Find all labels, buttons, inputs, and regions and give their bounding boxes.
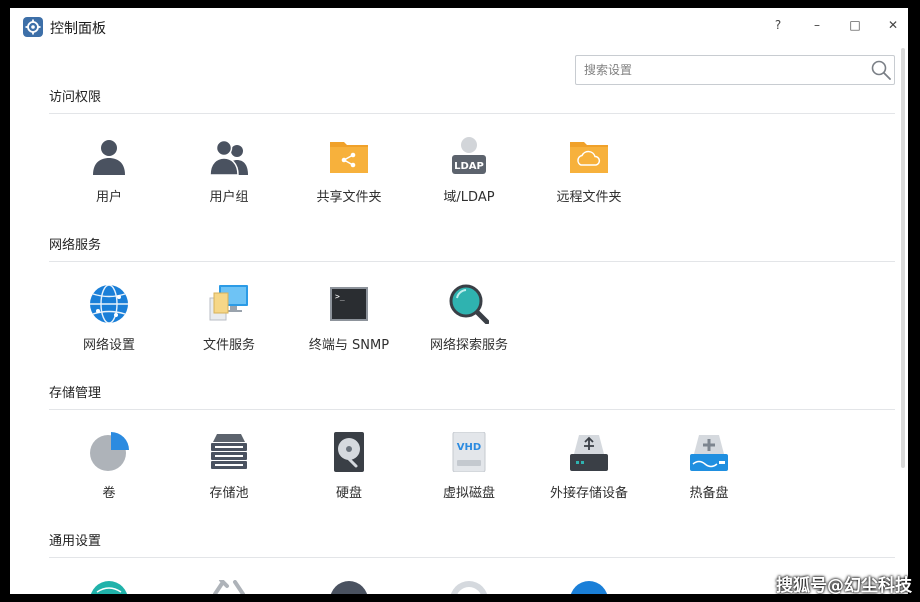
item-volume[interactable]: 卷 (49, 432, 169, 520)
item-network-discovery[interactable]: 网络探索服务 (409, 284, 529, 372)
section-title-access: 访问权限 (49, 90, 102, 105)
item-storage-pool[interactable]: 存储池 (169, 432, 289, 520)
item-label: 网络设置 (82, 338, 135, 353)
external-storage-icon (570, 435, 608, 471)
section-divider (49, 261, 895, 262)
item-label: 文件服务 (202, 338, 255, 353)
help-button[interactable]: ? (766, 13, 790, 37)
search-input[interactable] (584, 60, 854, 80)
item-label: 虚拟磁盘 (442, 486, 495, 501)
item-virtual-disk[interactable]: VHD 虚拟磁盘 (409, 432, 529, 520)
item-label: 存储池 (209, 486, 249, 501)
maximize-button[interactable]: □ (843, 13, 867, 37)
network-discovery-icon (449, 284, 489, 324)
hard-disk-icon (334, 432, 364, 472)
item-label: 域/LDAP (443, 190, 495, 205)
section-title-network: 网络服务 (49, 238, 102, 253)
region-globe-icon[interactable] (89, 580, 129, 594)
control-panel-app-icon (23, 17, 43, 37)
item-external-storage[interactable]: 外接存储设备 (529, 432, 649, 520)
item-label: 热备盘 (689, 486, 729, 501)
clock-icon[interactable] (449, 580, 489, 594)
item-remote-folder[interactable]: 远程文件夹 (529, 136, 649, 224)
item-label: 终端与 SNMP (308, 338, 390, 353)
file-service-icon (209, 285, 248, 321)
minimize-button[interactable]: – (805, 13, 829, 37)
item-label: 网络探索服务 (429, 338, 508, 353)
item-label: 共享文件夹 (316, 190, 382, 205)
section-title-general: 通用设置 (49, 534, 102, 549)
volume-pie-icon (90, 432, 129, 471)
close-button[interactable]: ✕ (881, 13, 905, 37)
network-globe-icon (90, 284, 128, 324)
search-box[interactable] (575, 55, 895, 85)
item-network-settings[interactable]: 网络设置 (49, 284, 169, 372)
section-title-storage: 存储管理 (49, 386, 102, 401)
section-divider (49, 409, 895, 410)
item-label: 用户组 (209, 190, 249, 205)
control-panel-window: 控制面板 ? – □ ✕ 访问权限 用户 用户组 (10, 8, 908, 594)
item-user-group[interactable]: 用户组 (169, 136, 289, 224)
item-label: 远程文件夹 (556, 190, 622, 205)
hot-spare-icon (690, 435, 728, 471)
scrollbar-thumb[interactable] (901, 48, 905, 468)
item-label: 卷 (102, 486, 116, 501)
shared-folder-icon (330, 142, 368, 173)
section-divider (49, 113, 895, 114)
item-label: 外接存储设备 (549, 486, 628, 501)
terminal-icon: >_ (330, 287, 368, 321)
item-label: 用户 (95, 190, 122, 205)
item-domain-ldap[interactable]: LDAP 域/LDAP (409, 136, 529, 224)
theme-circle-icon[interactable] (329, 580, 369, 594)
title-bar: 控制面板 ? – □ ✕ (10, 8, 908, 46)
window-title: 控制面板 (50, 21, 106, 37)
virtual-disk-icon: VHD (452, 432, 486, 472)
ldap-badge-text: LDAP (454, 161, 484, 172)
tools-icon[interactable] (209, 580, 249, 594)
vhd-badge-text: VHD (457, 442, 481, 453)
user-group-icon (209, 139, 248, 176)
item-terminal-snmp[interactable]: >_ 终端与 SNMP (289, 284, 409, 372)
item-label: 硬盘 (335, 486, 362, 501)
storage-pool-icon (211, 434, 247, 469)
vertical-scrollbar[interactable] (898, 46, 908, 594)
user-icon (93, 140, 125, 175)
item-file-service[interactable]: 文件服务 (169, 284, 289, 372)
section-divider (49, 557, 895, 558)
item-shared-folder[interactable]: 共享文件夹 (289, 136, 409, 224)
watermark: 搜狐号@幻尘科技 (776, 576, 912, 596)
item-hard-disk[interactable]: 硬盘 (289, 432, 409, 520)
ldap-icon: LDAP (452, 137, 486, 174)
update-icon[interactable] (569, 580, 609, 594)
search-icon[interactable] (870, 59, 892, 81)
remote-folder-icon (570, 142, 608, 173)
item-hot-spare[interactable]: 热备盘 (649, 432, 769, 520)
terminal-badge-text: >_ (335, 292, 345, 301)
item-user[interactable]: 用户 (49, 136, 169, 224)
